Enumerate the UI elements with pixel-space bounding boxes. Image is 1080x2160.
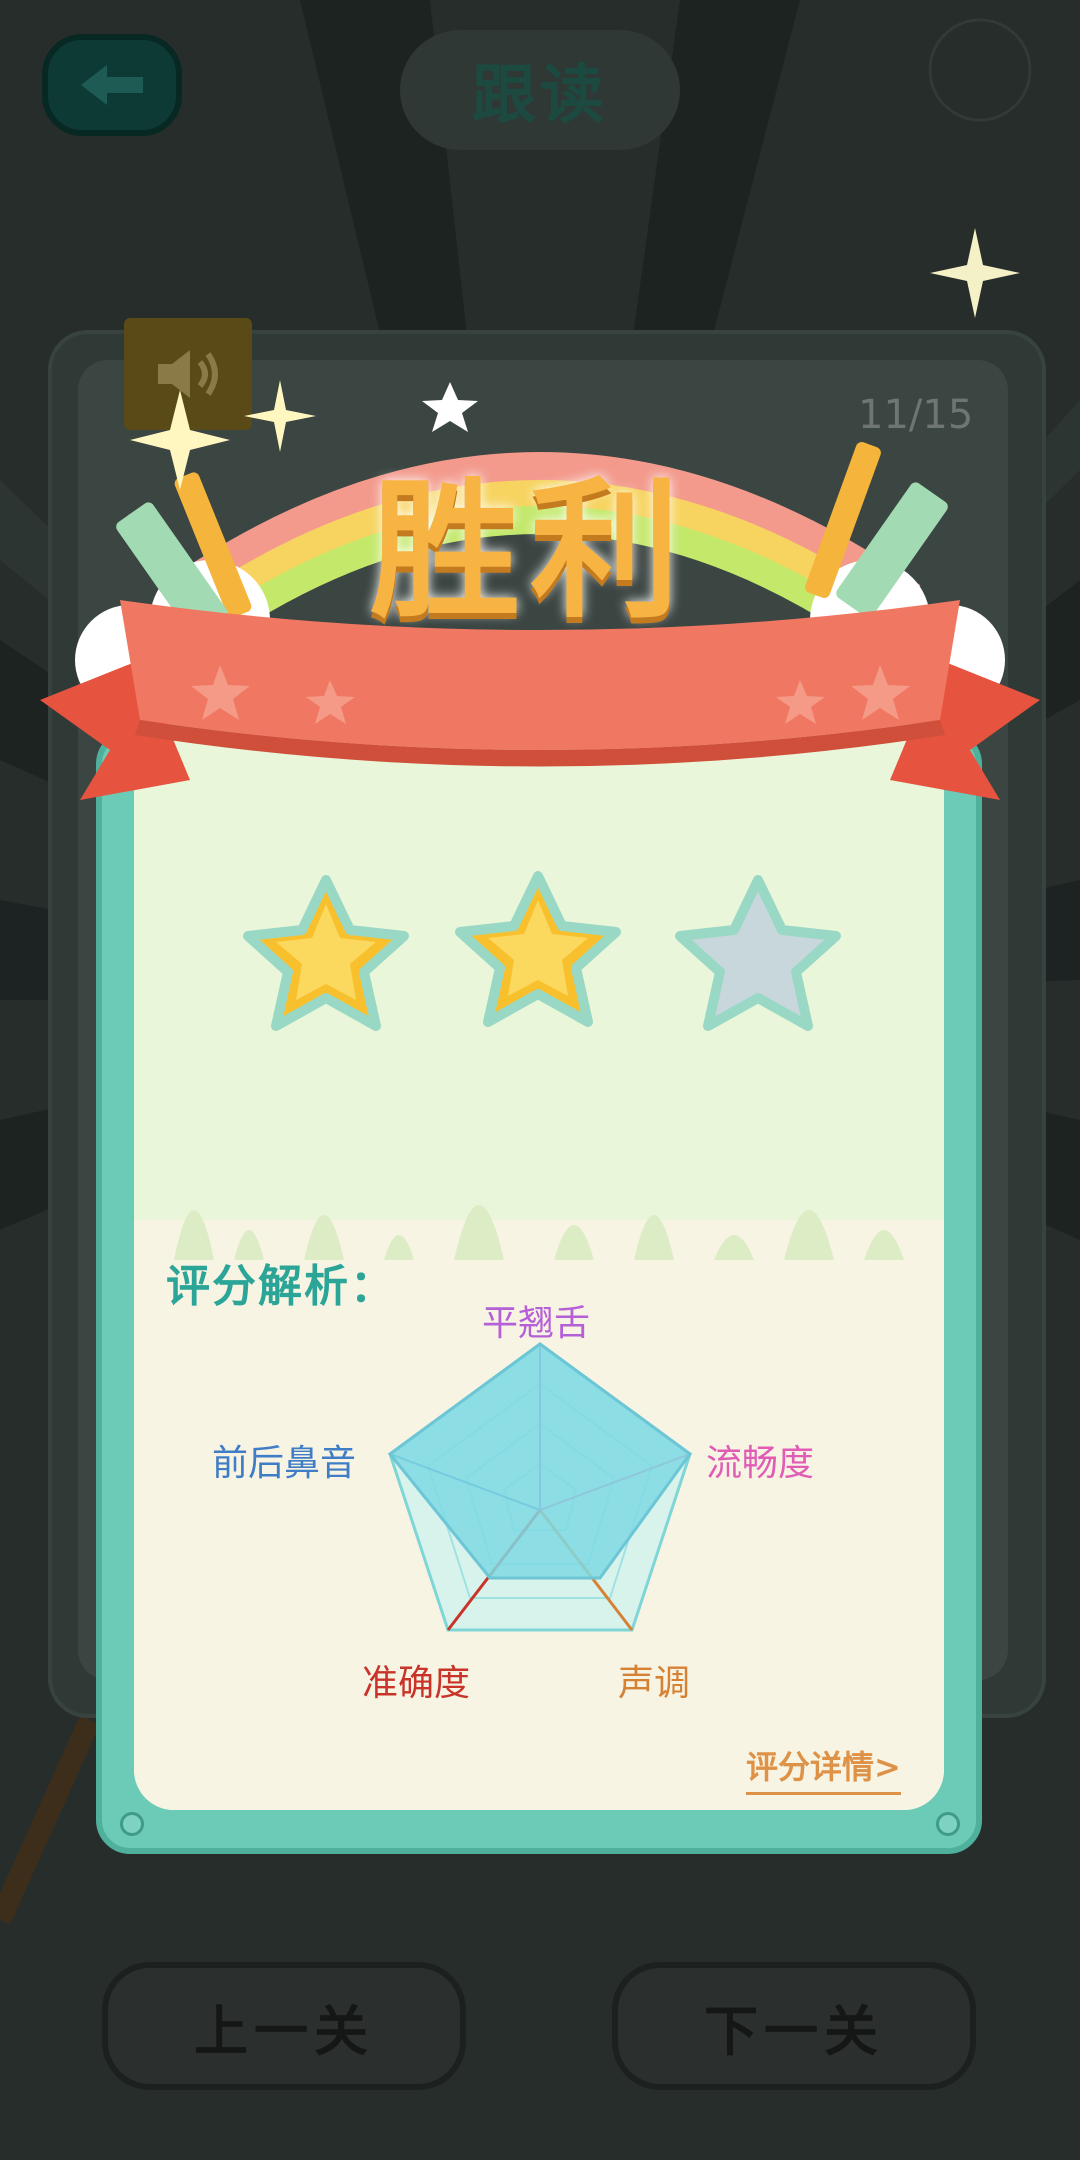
victory-title: 胜利: [369, 465, 690, 639]
star-rating: [243, 871, 841, 1031]
page-title-pill: 跟读: [400, 30, 680, 150]
analysis-title: 评分解析：: [166, 1261, 396, 1312]
star-filled-icon: [455, 871, 621, 1027]
back-arrow-icon: [81, 65, 143, 105]
sparkle-icon: [930, 228, 1020, 318]
decor-trees: [174, 1205, 904, 1260]
radar-label-flat-retroflex: 平翘舌: [482, 1303, 591, 1344]
card-screw: [936, 1812, 960, 1836]
back-button[interactable]: [42, 34, 182, 136]
prev-level-button[interactable]: 上一关: [102, 1962, 466, 2090]
radar-label-nasal: 前后鼻音: [212, 1443, 357, 1484]
score-details-link[interactable]: 评分详情>: [746, 1742, 901, 1795]
card-screw: [120, 1812, 144, 1836]
star-empty-icon: [675, 875, 841, 1031]
radar-label-tone: 声调: [618, 1663, 691, 1704]
next-level-button[interactable]: 下一关: [612, 1962, 976, 2090]
radar-chart: [387, 1342, 693, 1632]
star-filled-icon: [243, 875, 409, 1031]
radar-label-accuracy: 准确度: [362, 1663, 471, 1704]
page-title: 跟读: [472, 59, 608, 133]
radar-label-fluency: 流畅度: [706, 1443, 815, 1484]
